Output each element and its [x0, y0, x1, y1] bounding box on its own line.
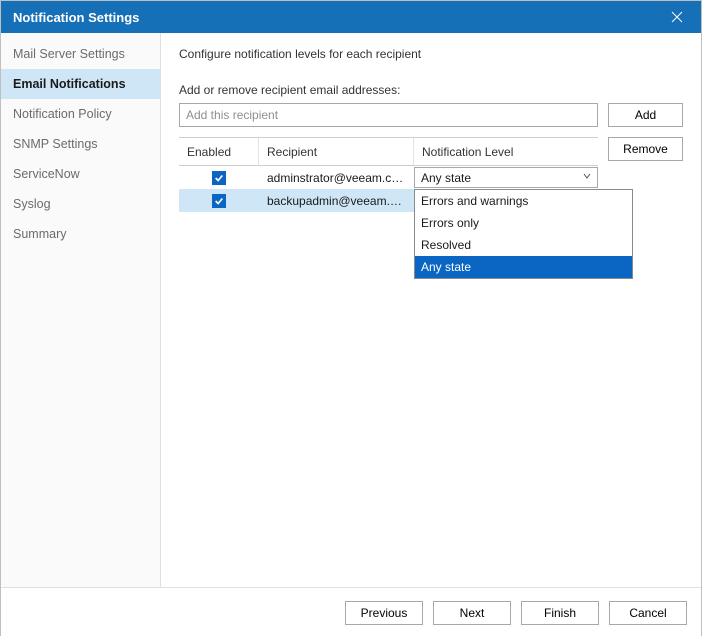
- dropdown-option[interactable]: Errors and warnings: [415, 190, 632, 212]
- page-description: Configure notification levels for each r…: [179, 47, 683, 61]
- addremove-label: Add or remove recipient email addresses:: [179, 83, 683, 97]
- level-select[interactable]: Any state: [414, 167, 598, 188]
- dropdown-option[interactable]: Resolved: [415, 234, 632, 256]
- add-button[interactable]: Add: [608, 103, 683, 127]
- sidebar-item-servicenow[interactable]: ServiceNow: [1, 159, 160, 189]
- level-dropdown[interactable]: Errors and warningsErrors onlyResolvedAn…: [414, 189, 633, 279]
- next-button[interactable]: Next: [433, 601, 511, 625]
- chevron-down-icon: [581, 170, 593, 185]
- close-icon: [671, 11, 683, 23]
- cell-recipient: backupadmin@veeam.co...: [259, 189, 414, 212]
- finish-button[interactable]: Finish: [521, 601, 599, 625]
- enabled-checkbox[interactable]: [212, 194, 226, 208]
- main-panel: Configure notification levels for each r…: [161, 33, 701, 587]
- enabled-checkbox[interactable]: [212, 171, 226, 185]
- window-title: Notification Settings: [13, 10, 663, 25]
- table-row[interactable]: adminstrator@veeam.comAny state: [179, 166, 598, 189]
- cancel-button[interactable]: Cancel: [609, 601, 687, 625]
- col-header-recipient[interactable]: Recipient: [259, 138, 414, 165]
- sidebar-item-summary[interactable]: Summary: [1, 219, 160, 249]
- close-button[interactable]: [663, 3, 691, 31]
- sidebar-item-mail-server-settings[interactable]: Mail Server Settings: [1, 39, 160, 69]
- cell-recipient: adminstrator@veeam.com: [259, 166, 414, 189]
- cell-level: Any state: [414, 166, 598, 189]
- footer: Previous Next Finish Cancel: [1, 587, 701, 637]
- cell-enabled: [179, 166, 259, 189]
- sidebar-item-syslog[interactable]: Syslog: [1, 189, 160, 219]
- titlebar: Notification Settings: [1, 1, 701, 33]
- col-header-enabled[interactable]: Enabled: [179, 138, 259, 165]
- cell-enabled: [179, 189, 259, 212]
- table-header: Enabled Recipient Notification Level: [179, 138, 598, 166]
- col-header-level[interactable]: Notification Level: [414, 138, 598, 165]
- sidebar-item-email-notifications[interactable]: Email Notifications: [1, 69, 160, 99]
- dropdown-option[interactable]: Any state: [415, 256, 632, 278]
- previous-button[interactable]: Previous: [345, 601, 423, 625]
- dropdown-option[interactable]: Errors only: [415, 212, 632, 234]
- remove-button[interactable]: Remove: [608, 137, 683, 161]
- sidebar-item-notification-policy[interactable]: Notification Policy: [1, 99, 160, 129]
- sidebar: Mail Server SettingsEmail NotificationsN…: [1, 33, 161, 587]
- recipient-input[interactable]: [179, 103, 598, 127]
- sidebar-item-snmp-settings[interactable]: SNMP Settings: [1, 129, 160, 159]
